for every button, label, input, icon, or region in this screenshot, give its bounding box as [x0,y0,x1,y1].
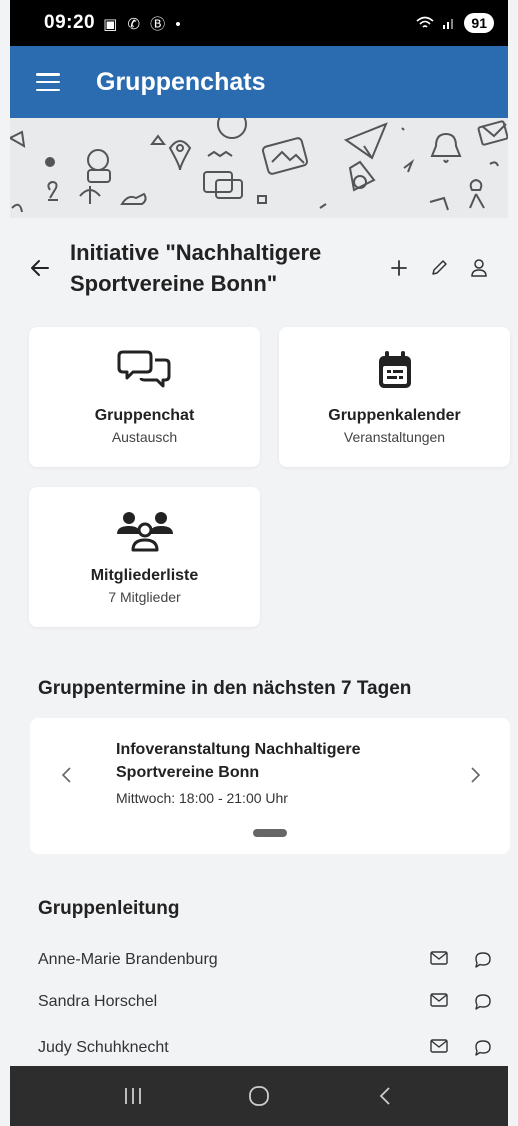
tile-gruppenkalender[interactable]: Gruppenkalender Veranstaltungen [279,327,510,467]
recent-apps-icon [125,1088,141,1104]
chevron-left-icon [61,767,71,783]
app-bar: Gruppenchats [10,46,508,118]
leader-name: Sandra Horschel [38,993,158,1010]
back-button[interactable] [10,256,70,280]
plus-icon [391,260,407,276]
home-icon [249,1086,269,1106]
user-icon [471,259,487,277]
tile-label: Gruppenkalender [328,407,461,424]
group-icon [113,507,177,553]
leaders-section-title: Gruppenleitung [38,898,180,919]
group-header: Initiative "Nachhaltigere Sportvereine B… [10,228,508,308]
leader-name: Judy Schuhknecht [38,1039,169,1056]
arrow-left-icon [31,260,49,276]
back-nav-button[interactable] [355,1085,415,1107]
status-bar: 09:20 ▣ ✆ Ⓑ • 91 [10,0,508,46]
prev-event-button[interactable] [60,764,74,791]
notification-icons: ▣ ✆ Ⓑ • [103,15,184,33]
status-time: 09:20 [44,12,96,33]
calendar-icon [375,347,415,393]
chat-bubble-icon [475,1040,491,1056]
chat-bubbles-icon [117,347,173,393]
group-actions [390,258,508,278]
leader-row: Judy Schuhknecht [38,1032,508,1064]
next-event-button[interactable] [468,764,482,791]
recent-apps-button[interactable] [103,1086,163,1106]
menu-icon[interactable] [36,73,60,91]
email-button[interactable] [430,993,448,1011]
edit-button[interactable] [430,259,448,277]
tile-mitgliederliste[interactable]: Mitgliederliste 7 Mitglieder [29,487,260,627]
leader-name: Anne-Marie Brandenburg [38,951,218,968]
group-title: Initiative "Nachhaltigere Sportvereine B… [70,240,322,296]
back-icon [379,1087,390,1105]
add-button[interactable] [390,259,408,277]
mail-icon [430,993,448,1007]
event-title: Infoveranstaltung Nachhaltigere Sportver… [116,741,361,781]
event-card[interactable]: Infoveranstaltung Nachhaltigere Sportver… [30,718,510,854]
message-button[interactable] [474,993,492,1011]
wifi-icon [416,16,434,28]
leader-row: Sandra Horschel [38,986,508,1018]
status-right: 91 [416,13,494,33]
battery-indicator: 91 [464,13,494,33]
tile-label: Mitgliederliste [90,567,199,584]
email-button[interactable] [430,1039,448,1057]
tile-sub: 7 Mitglieder [108,589,181,605]
chat-bubble-icon [475,952,491,968]
chat-bubble-icon [475,994,491,1010]
doodle-banner [10,118,508,218]
signal-icon [443,19,454,29]
system-nav-bar [10,1066,508,1126]
home-button[interactable] [229,1084,289,1108]
tile-sub: Veranstaltungen [343,429,446,445]
mail-icon [430,1039,448,1053]
message-button[interactable] [474,1039,492,1057]
leader-row: Anne-Marie Brandenburg [38,944,508,976]
message-button[interactable] [474,951,492,969]
mail-icon [430,951,448,965]
chevron-right-icon [471,767,481,783]
pencil-icon [432,260,447,275]
doodle-pattern-image [10,118,508,213]
tile-sub: Austausch [111,429,178,445]
carousel-indicator [253,829,287,837]
event-time: Mittwoch: 18:00 - 21:00 Uhr [116,790,288,806]
email-button[interactable] [430,951,448,969]
events-section-title: Gruppentermine in den nächsten 7 Tagen [38,678,412,699]
tile-gruppenchat[interactable]: Gruppenchat Austausch [29,327,260,467]
tile-label: Gruppenchat [94,407,195,424]
app-bar-title: Gruppenchats [96,67,266,96]
profile-button[interactable] [470,258,488,278]
